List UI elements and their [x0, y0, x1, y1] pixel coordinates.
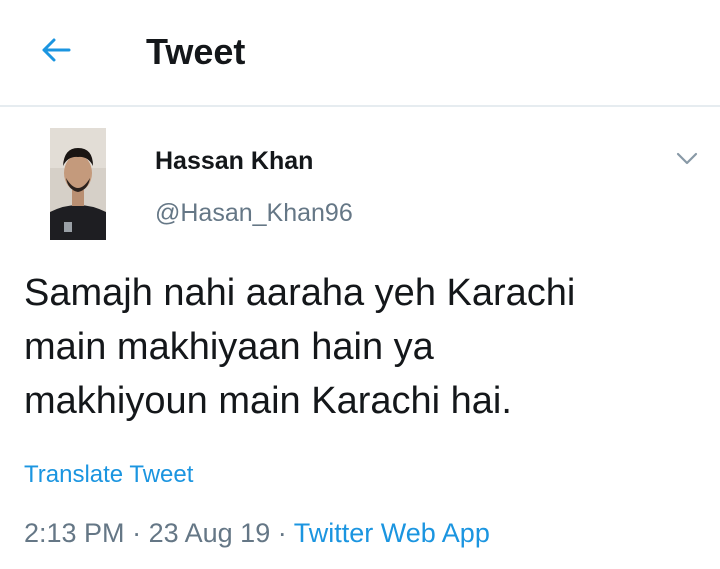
- tweet-source-link[interactable]: Twitter Web App: [294, 518, 490, 548]
- author-name[interactable]: Hassan Khan: [155, 144, 313, 178]
- tweet-menu-button[interactable]: [670, 146, 704, 176]
- author-handle[interactable]: @Hasan_Khan96: [155, 196, 353, 230]
- chevron-down-icon: [676, 152, 698, 171]
- avatar[interactable]: [50, 128, 106, 240]
- translate-tweet-link[interactable]: Translate Tweet: [24, 458, 193, 492]
- page-title: Tweet: [146, 31, 246, 72]
- arrow-left-icon: [41, 37, 71, 68]
- top-bar: Tweet: [0, 0, 720, 107]
- meta-separator: ·: [132, 518, 142, 548]
- tweet-date: 23 Aug 19: [148, 518, 271, 548]
- back-button[interactable]: [34, 32, 78, 72]
- meta-separator: ·: [277, 518, 287, 548]
- tweet-time: 2:13 PM: [24, 518, 125, 548]
- tweet-meta: 2:13 PM · 23 Aug 19 · Twitter Web App: [24, 514, 490, 552]
- tweet-text: Samajh nahi aaraha yeh Karachi main makh…: [24, 272, 576, 422]
